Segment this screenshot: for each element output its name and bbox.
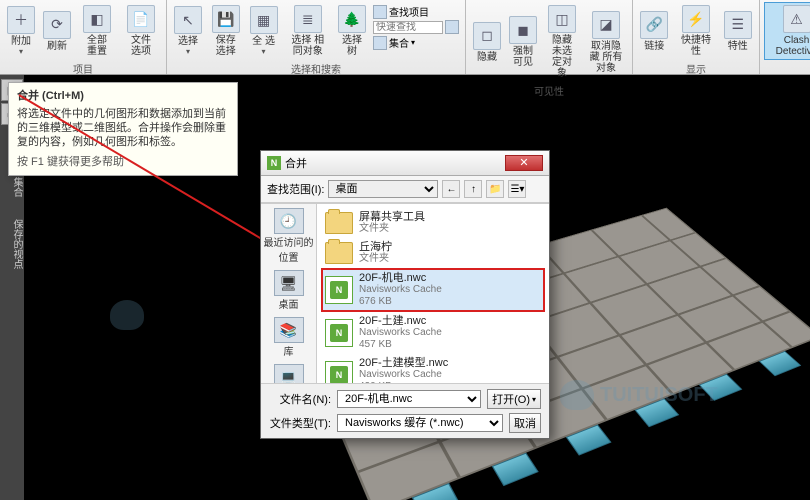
file-item-nwc[interactable]: N 20F-土建模型.nwcNavisworks Cache420 KB	[321, 354, 545, 383]
tooltip-title: 合并 (Ctrl+M)	[17, 89, 229, 103]
ribbon-group-tools: ⚠Clash Detective ⏱TimeLiner ▤Quantificat…	[760, 0, 810, 74]
ribbon-group-visibility: ◻隐藏 ◼强制 可见 ◫隐藏 未选定对象 ◪取消隐藏 所有对象 可见性	[466, 0, 633, 74]
left-label-sets: 集合	[0, 177, 24, 197]
nwc-file-icon: N	[325, 361, 353, 383]
nwc-file-icon: N	[325, 276, 353, 304]
filetype-label: 文件类型(T):	[269, 415, 331, 431]
save-selection-button[interactable]: 💾保存 选择	[207, 2, 245, 60]
sets-link[interactable]: 集合	[389, 35, 409, 50]
quick-props-button[interactable]: ⚡快捷特性	[674, 2, 719, 60]
force-visible-button[interactable]: ◼强制 可见	[506, 2, 540, 82]
links-button[interactable]: 🔗链接	[637, 2, 672, 60]
select-button[interactable]: ↖选择▾	[171, 2, 205, 60]
dialog-titlebar[interactable]: N 合并 ✕	[261, 151, 549, 176]
cancel-button[interactable]: 取消	[509, 413, 541, 433]
up-icon[interactable]: ↑	[464, 180, 482, 198]
file-item-nwc[interactable]: N 20F-土建.nwcNavisworks Cache457 KB	[321, 312, 545, 354]
merge-tooltip: 合并 (Ctrl+M) 将选定文件中的几何图形和数据添加到当前的三维模型或二维图…	[8, 82, 238, 176]
properties-button[interactable]: ☰特性	[721, 2, 756, 60]
nwc-file-icon: N	[325, 319, 353, 347]
dialog-title: 合并	[285, 155, 307, 171]
group-label-select: 选择和搜索	[171, 60, 461, 78]
quick-find-input[interactable]	[373, 21, 443, 34]
group-label-display: 显示	[637, 60, 755, 78]
select-same-button[interactable]: ≣选择 相同对象	[283, 2, 333, 60]
filename-label: 文件名(N):	[269, 391, 331, 407]
refresh-button[interactable]: ⟳刷新	[40, 2, 74, 60]
append-button[interactable]: ＋附加▾	[4, 2, 38, 60]
group-label-visibility: 可见性	[470, 82, 628, 100]
folder-icon	[325, 242, 353, 264]
places-bar: 🕘最近访问的位置 🖥桌面 📚库 💻计算机 🌐网络	[261, 204, 317, 383]
open-button[interactable]: 打开(O)▾	[487, 389, 541, 409]
close-button[interactable]: ✕	[505, 155, 543, 171]
back-icon[interactable]: ←	[442, 180, 460, 198]
selection-tree-button[interactable]: 🌲选择 树	[335, 2, 369, 60]
new-folder-icon[interactable]: 📁	[486, 180, 504, 198]
view-menu-icon[interactable]: ☰▾	[508, 180, 526, 198]
file-options-button[interactable]: 📄文件 选项	[120, 2, 162, 60]
tooltip-footer: 按 F1 键获得更多帮助	[17, 155, 229, 169]
group-label-project: 项目	[4, 60, 162, 78]
reset-all-button[interactable]: ◧全部 重置	[76, 2, 118, 60]
merge-dialog: N 合并 ✕ 查找范围(I): 桌面 ← ↑ 📁 ☰▾ 🕘最近访问的位置 🖥桌面…	[260, 150, 550, 439]
tooltip-body: 将选定文件中的几何图形和数据添加到当前的三维模型或二维图纸。合并操作会删除重复的…	[17, 107, 229, 149]
find-items-link[interactable]: 查找项目	[389, 4, 429, 19]
dialog-footer: 文件名(N): 20F-机电.nwc 打开(O)▾ 文件类型(T): Navis…	[261, 383, 549, 438]
hide-unselected-button[interactable]: ◫隐藏 未选定对象	[542, 2, 582, 82]
place-libraries[interactable]: 📚库	[274, 317, 304, 358]
place-recent[interactable]: 🕘最近访问的位置	[261, 208, 316, 264]
select-all-button[interactable]: ▦全 选▾	[247, 2, 281, 60]
lookin-select[interactable]: 桌面	[328, 180, 438, 198]
place-desktop[interactable]: 🖥桌面	[274, 270, 304, 311]
ribbon-group-display: 🔗链接 ⚡快捷特性 ☰特性 显示	[633, 0, 760, 74]
file-item-nwc-selected[interactable]: N 20F-机电.nwcNavisworks Cache676 KB	[321, 268, 545, 312]
folder-icon	[325, 212, 353, 234]
unhide-all-button[interactable]: ◪取消隐藏 所有对象	[584, 2, 628, 82]
place-computer[interactable]: 💻计算机	[274, 364, 304, 383]
filetype-select[interactable]: Navisworks 缓存 (*.nwc)	[337, 414, 503, 432]
left-label-saved-vp: 保存的视点	[0, 219, 24, 269]
hide-button[interactable]: ◻隐藏	[470, 2, 504, 82]
file-item-folder[interactable]: 丘海柠文件夹	[321, 238, 545, 268]
ribbon-group-select: ↖选择▾ 💾保存 选择 ▦全 选▾ ≣选择 相同对象 🌲选择 树 查找项目 集合…	[167, 0, 466, 74]
file-list[interactable]: 屏幕共享工具文件夹 丘海柠文件夹 N 20F-机电.nwcNavisworks …	[317, 204, 549, 383]
navisworks-icon: N	[267, 156, 281, 170]
filename-input[interactable]: 20F-机电.nwc	[337, 390, 481, 408]
clash-detective-button[interactable]: ⚠Clash Detective	[764, 2, 810, 60]
file-item-folder[interactable]: 屏幕共享工具文件夹	[321, 208, 545, 238]
group-label-tools: 工具	[764, 60, 810, 78]
ribbon-group-project: ＋附加▾ ⟳刷新 ◧全部 重置 📄文件 选项 项目	[0, 0, 167, 74]
dialog-toolbar: 查找范围(I): 桌面 ← ↑ 📁 ☰▾	[261, 176, 549, 203]
lookin-label: 查找范围(I):	[267, 181, 324, 197]
ribbon-toolbar: ＋附加▾ ⟳刷新 ◧全部 重置 📄文件 选项 项目 ↖选择▾ 💾保存 选择 ▦全…	[0, 0, 810, 75]
